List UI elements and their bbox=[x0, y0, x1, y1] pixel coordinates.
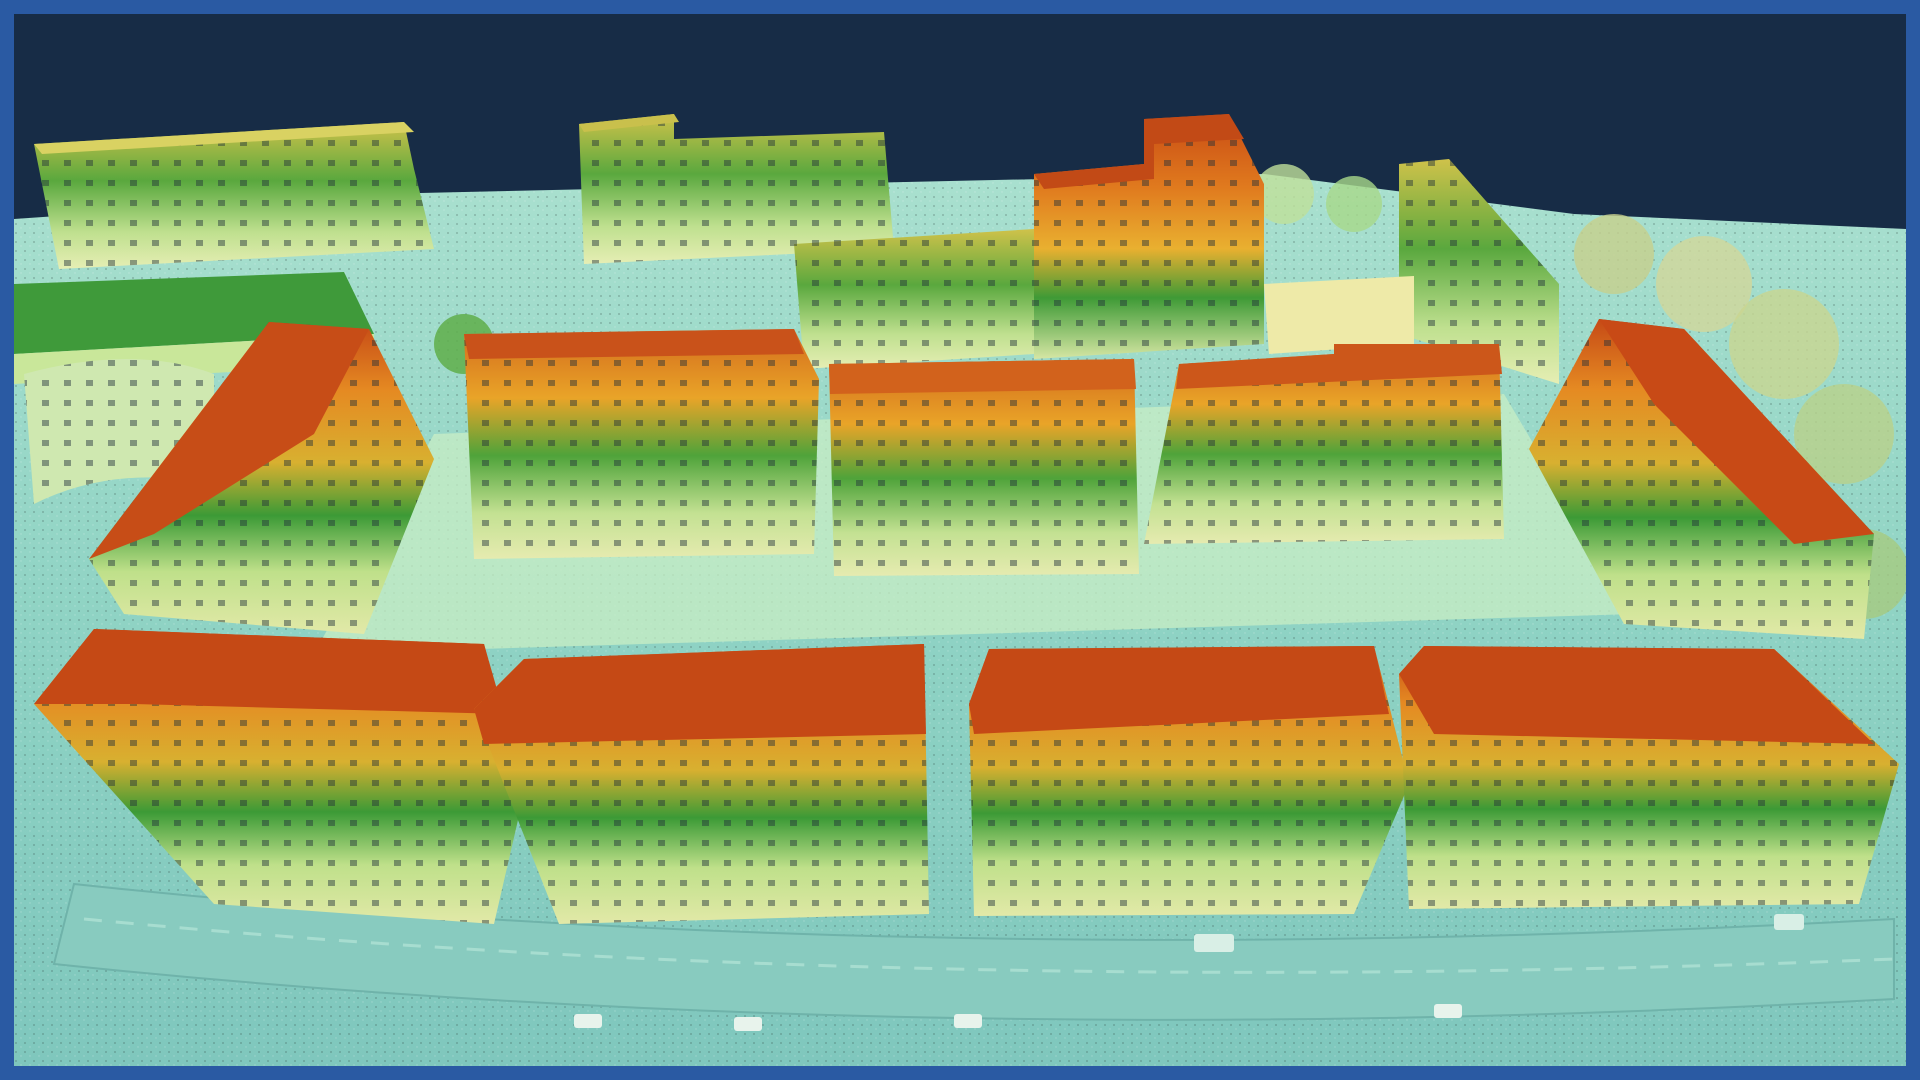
building-middle-c bbox=[1144, 344, 1504, 544]
building-front-3 bbox=[969, 646, 1409, 916]
point-cloud-scene bbox=[14, 14, 1906, 1066]
image-frame bbox=[0, 0, 1920, 1080]
building-middle-a bbox=[464, 329, 819, 559]
building-back-left bbox=[34, 122, 434, 269]
building-middle-b bbox=[829, 359, 1139, 576]
